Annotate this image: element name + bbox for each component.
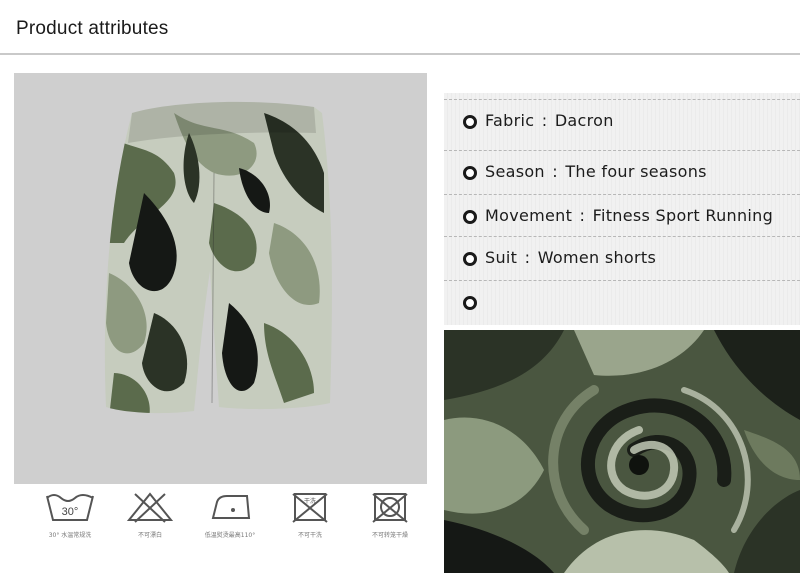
bullet-icon: [463, 252, 477, 266]
attribute-label: Movement: [485, 206, 573, 225]
header-title: Product attributes: [16, 18, 169, 39]
bullet-icon: [463, 210, 477, 224]
attribute-row-movement: Movement : Fitness Sport Running: [444, 194, 800, 237]
no-tumble-dry-icon: [372, 493, 408, 523]
attribute-separator: :: [524, 248, 531, 267]
shorts-illustration: [104, 101, 332, 414]
care-item-dry-clean: 干洗 不可干洗: [270, 490, 350, 550]
care-caption: 不可干洗: [297, 532, 322, 539]
care-item-wash: 30° 30° 水温常规洗: [30, 490, 110, 550]
attribute-text: Season : The four seasons: [485, 162, 707, 181]
attribute-value: The four seasons: [565, 162, 707, 181]
no-bleach-icon: [126, 492, 174, 523]
attribute-list: Fabric : Dacron Season : The four season…: [444, 93, 800, 325]
attribute-value: Dacron: [554, 111, 614, 130]
wash-30-icon: 30°: [46, 494, 94, 521]
attribute-label: Suit: [485, 248, 518, 267]
attribute-value: Fitness Sport Running: [592, 206, 774, 225]
no-dry-clean-icon: 干洗: [292, 493, 328, 523]
bullet-icon: [463, 296, 477, 310]
product-photo: [14, 73, 427, 484]
care-item-iron: 低温熨烫最高110°: [190, 490, 270, 550]
care-caption: 低温熨烫最高110°: [204, 532, 256, 539]
care-item-tumble: 不可转笼干燥: [350, 490, 430, 550]
care-caption: 30° 水温常规洗: [48, 532, 92, 539]
attribute-separator: :: [541, 111, 548, 130]
header-divider: [0, 53, 800, 55]
wash-temperature-text: 30°: [62, 506, 79, 518]
attribute-text: Movement : Fitness Sport Running: [485, 206, 773, 225]
attribute-row-empty: [444, 280, 800, 323]
attribute-label: Season: [485, 162, 545, 181]
attribute-label: Fabric: [485, 111, 535, 130]
care-caption: 不可转笼干燥: [371, 532, 408, 539]
attribute-row-suit: Suit : Women shorts: [444, 236, 800, 279]
attribute-text: Suit : Women shorts: [485, 248, 656, 267]
attribute-row-fabric: Fabric : Dacron: [444, 99, 800, 142]
fabric-closeup-photo: [444, 330, 800, 573]
attribute-row-season: Season : The four seasons: [444, 150, 800, 193]
dry-clean-text: 干洗: [304, 497, 316, 505]
fabric-swirl-illustration: [444, 330, 800, 573]
attribute-separator: :: [579, 206, 586, 225]
attribute-text: Fabric : Dacron: [485, 111, 614, 130]
care-caption: 不可漂白: [137, 532, 162, 539]
attribute-value: Women shorts: [537, 248, 657, 267]
care-item-bleach: 不可漂白: [110, 490, 190, 550]
bullet-icon: [463, 166, 477, 180]
attribute-separator: :: [552, 162, 558, 181]
iron-low-icon: [211, 495, 251, 519]
care-symbols: 30° 30° 水温常规洗 不可漂白 低温熨烫最高110° 干洗 不可干洗 不可…: [30, 490, 430, 550]
bullet-icon: [463, 115, 477, 129]
